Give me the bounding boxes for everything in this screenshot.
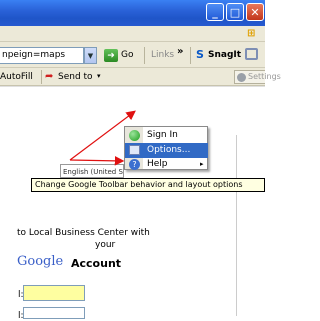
address-input[interactable]: npeign=maps (0, 47, 84, 64)
help-icon: ? (129, 159, 140, 170)
send-to-dropdown-icon[interactable]: ▾ (97, 72, 101, 80)
capture-window-icon[interactable] (245, 48, 258, 60)
go-button[interactable]: Go (121, 50, 133, 60)
your-text: your (95, 240, 116, 250)
links-button[interactable]: Links (151, 50, 174, 60)
minimize-button[interactable]: _ (206, 3, 224, 21)
links-chevron-icon[interactable]: » (177, 46, 183, 57)
arrow-to-options (69, 156, 125, 166)
green-circle-icon (129, 130, 140, 141)
options-tooltip: Change Google Toolbar behavior and layou… (31, 178, 265, 192)
menu-item-label: Help (147, 159, 168, 169)
send-to-button[interactable]: Send to (58, 72, 93, 82)
maximize-button[interactable]: □ (226, 3, 244, 21)
menu-bar: ⊞ (0, 26, 265, 42)
toolbar-divider (144, 47, 145, 64)
submenu-arrow-icon: ▸ (200, 160, 204, 168)
windows-logo-icon: ⊞ (247, 28, 256, 39)
snagit-logo-icon[interactable]: S (196, 48, 204, 61)
toolbar-divider (41, 70, 42, 84)
snagit-button[interactable]: SnagIt (208, 50, 241, 60)
password-field[interactable] (23, 307, 85, 319)
google-toolbar: AutoFill ➦ Send to ▾ Settings (0, 68, 281, 86)
account-heading: Account (71, 257, 122, 270)
menu-item-help[interactable]: ? Help ▸ (125, 157, 208, 170)
sidebar-divider (236, 135, 237, 316)
options-window-icon (129, 145, 140, 155)
window-title-bar: _ □ ✕ (0, 0, 265, 26)
email-field[interactable] (23, 285, 85, 301)
send-to-icon[interactable]: ➦ (45, 71, 57, 82)
close-button[interactable]: ✕ (246, 3, 264, 21)
autofill-button[interactable]: AutoFill (0, 72, 33, 82)
go-arrow-icon[interactable]: ➜ (104, 49, 118, 62)
language-select[interactable]: English (United S (60, 164, 124, 178)
address-dropdown-button[interactable]: ▼ (84, 47, 97, 64)
menu-item-label: Sign In (147, 130, 178, 140)
send-to-menu: Sign In Options... ? Help ▸ (124, 126, 208, 170)
menu-item-label: Options... (147, 145, 191, 155)
language-select-value: English (United S (63, 168, 123, 176)
toolbar-divider (190, 47, 191, 64)
settings-label: Settings (248, 72, 281, 81)
settings-icon (237, 73, 246, 82)
google-logo-text: Google (17, 254, 64, 269)
local-business-text: to Local Business Center with (17, 228, 150, 238)
address-toolbar: npeign=maps ▼ ➜ Go Links » S SnagIt (0, 42, 265, 68)
menu-item-sign-in[interactable]: Sign In (125, 128, 208, 143)
menu-item-options[interactable]: Options... (125, 143, 208, 158)
settings-button[interactable]: Settings (234, 70, 281, 84)
content-divider (0, 86, 265, 87)
